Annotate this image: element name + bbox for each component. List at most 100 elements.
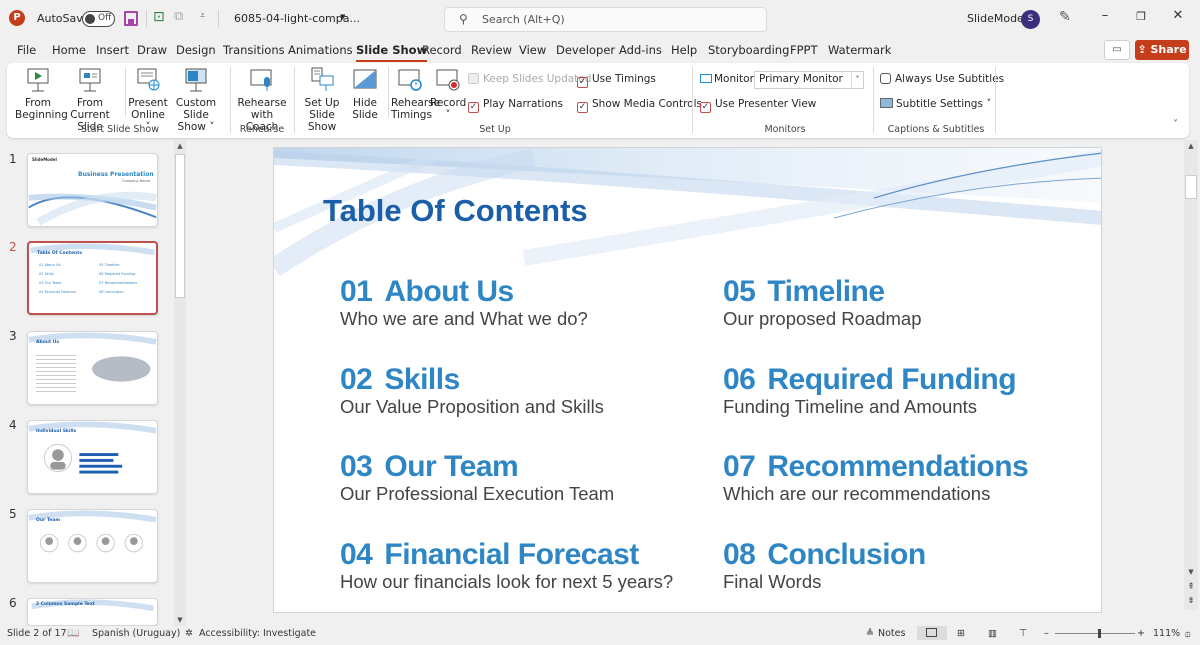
normal-view-button[interactable] (917, 626, 947, 640)
autosave-toggle[interactable]: Off (82, 11, 115, 27)
collapse-ribbon-icon[interactable]: ˅ (1173, 119, 1178, 130)
monitor-label: Monitor: (700, 73, 757, 85)
minimize-icon[interactable]: – (1095, 8, 1115, 23)
slide-number: 1 (9, 152, 17, 166)
toc-number: 07 (723, 450, 756, 483)
zoom-out-button[interactable]: – (1044, 628, 1049, 639)
slide-number: 4 (9, 418, 17, 432)
slide-thumbnail-4[interactable]: Individual Skills (27, 420, 158, 494)
reading-view-icon[interactable]: ▥ (988, 628, 997, 639)
scroll-down-icon[interactable]: ▼ (174, 616, 186, 624)
slide-thumbnail-1[interactable]: SlideModel Business Presentation Company… (27, 153, 158, 227)
slide-thumbnail-5[interactable]: Our Team (27, 509, 158, 583)
tab-add-ins[interactable]: Add-ins (619, 43, 662, 57)
zoom-level[interactable]: 111% (1153, 628, 1180, 639)
slide-thumbnail-2[interactable]: Table Of Contents 01 About Us 02 Skills 03… (27, 241, 158, 315)
user-name[interactable]: SlideModel (967, 12, 1027, 25)
slide-scrollbar[interactable]: ▲ ▼ ⇞ ⇟ (1184, 140, 1198, 610)
divider (125, 67, 126, 117)
from-beginning-button[interactable]: From Beginning (15, 67, 68, 121)
tab-help[interactable]: Help (671, 43, 697, 57)
tab-transitions[interactable]: Transitions (223, 43, 285, 57)
toc-item-05[interactable]: 05 Timeline Our proposed Roadmap (723, 276, 921, 330)
checkmark-icon: ✓ (700, 102, 711, 113)
tab-draw[interactable]: Draw (137, 43, 167, 57)
checkmark-icon: ✓ (577, 102, 588, 113)
monitor-select[interactable]: Primary Monitor ˅ (754, 71, 864, 89)
scrollbar-thumb[interactable] (175, 154, 185, 298)
redo-icon[interactable]: ⧉ (174, 9, 183, 24)
slide-thumbnail-6[interactable]: 2 Columns Sample Text (27, 598, 158, 626)
avatar[interactable]: S (1021, 10, 1040, 29)
tab-view[interactable]: View (519, 43, 546, 57)
accessibility-icon[interactable]: ✲ (185, 628, 193, 639)
zoom-slider[interactable] (1055, 633, 1135, 634)
comments-button[interactable]: ▭ (1104, 40, 1130, 60)
scrollbar-thumb[interactable] (1185, 175, 1197, 199)
tab-file[interactable]: File (17, 43, 36, 57)
scroll-up-icon[interactable]: ▲ (1184, 142, 1198, 150)
toc-item-03[interactable]: 03 Our Team Our Professional Execution Tea… (340, 451, 614, 505)
share-button[interactable]: ⇪ Share (1135, 40, 1189, 60)
tab-record[interactable]: Record (422, 43, 462, 57)
monitor-select-value: Primary Monitor (759, 73, 843, 85)
thumbnail-title: About Us (36, 340, 60, 345)
toc-item-04[interactable]: 04 Financial Forecast How our financials l… (340, 539, 673, 593)
record-button[interactable]: Record ˅ (430, 67, 466, 121)
slide-title[interactable]: Table Of Contents (323, 193, 588, 229)
scroll-down-icon[interactable]: ▼ (1184, 568, 1198, 576)
toc-item-01[interactable]: 01 About Us Who we are and What we do? (340, 276, 588, 330)
monitor-label-text: Monitor: (714, 73, 758, 85)
customize-toolbar-icon[interactable]: ⩡ (200, 11, 205, 21)
subtitle-settings-button[interactable]: Subtitle Settings ˅ (880, 98, 992, 110)
scroll-up-icon[interactable]: ▲ (174, 142, 186, 150)
pen-icon[interactable]: ✎ (1059, 9, 1071, 25)
search-box[interactable]: ⚲ Search (Alt+Q) (444, 7, 767, 32)
zoom-in-button[interactable]: + (1137, 628, 1145, 639)
tab-slide-show[interactable]: Slide Show (356, 43, 428, 62)
use-presenter-view-checkbox[interactable]: ✓ Use Presenter View (700, 98, 816, 113)
toc-number: 03 (340, 450, 373, 483)
slide-thumbnail-3[interactable]: About Us (27, 331, 158, 405)
slide-sorter-icon[interactable]: ⊞ (957, 628, 965, 639)
next-slide-icon[interactable]: ⇟ (1184, 596, 1198, 606)
use-timings-checkbox[interactable]: ✓ Use Timings (577, 73, 656, 88)
fit-to-window-icon[interactable]: ⯐ (1184, 628, 1192, 645)
zoom-slider-thumb[interactable] (1098, 629, 1101, 638)
thumbnail-scrollbar[interactable]: ▲ ▼ (174, 140, 186, 626)
rehearse-timings-button[interactable]: Rehearse Timings (391, 67, 440, 121)
always-use-subtitles-checkbox[interactable]: Always Use Subtitles (880, 73, 1004, 85)
tab-animations[interactable]: Animations (288, 43, 353, 57)
previous-slide-icon[interactable]: ⇞ (1184, 582, 1198, 592)
toc-item-02[interactable]: 02 Skills Our Value Proposition and Skills (340, 364, 604, 418)
tab-insert[interactable]: Insert (96, 43, 129, 57)
hide-slide-button[interactable]: Hide Slide (347, 67, 383, 121)
play-narrations-checkbox[interactable]: ✓ Play Narrations (468, 98, 563, 113)
accessibility-status[interactable]: Accessibility: Investigate (199, 628, 316, 639)
notes-icon[interactable]: ≜ (866, 628, 874, 639)
toc-item-08[interactable]: 08 Conclusion Final Words (723, 539, 926, 593)
spell-check-icon[interactable]: 📖 (67, 628, 79, 639)
toc-item-07[interactable]: 07 Recommendations Which are our recommend… (723, 450, 1029, 505)
tab-storyboarding[interactable]: Storyboarding (708, 43, 789, 57)
save-icon[interactable] (124, 11, 138, 26)
logo: SlideModel (32, 157, 57, 162)
tab-fppt[interactable]: FPPT (790, 43, 818, 57)
toc-heading: About Us (384, 275, 514, 308)
show-media-controls-checkbox[interactable]: ✓ Show Media Controls (577, 98, 702, 113)
close-icon[interactable]: ✕ (1168, 8, 1188, 23)
chevron-down-icon[interactable]: ▼ (340, 13, 345, 21)
language-indicator[interactable]: Spanish (Uruguay) (92, 628, 180, 639)
tab-home[interactable]: Home (52, 43, 86, 57)
button-label: Present (128, 97, 168, 109)
notes-button[interactable]: Notes (878, 628, 905, 639)
slide-canvas[interactable]: Table Of Contents 01 About Us Who we are a… (273, 147, 1102, 613)
restore-icon[interactable]: ❐ (1131, 10, 1151, 23)
tab-design[interactable]: Design (176, 43, 216, 57)
tab-review[interactable]: Review (471, 43, 512, 57)
toc-item-06[interactable]: 06 Required Funding Funding Timeline and A… (723, 364, 1017, 418)
slide-show-view-icon[interactable]: ⊤ (1019, 628, 1027, 639)
tab-watermark[interactable]: Watermark (828, 43, 891, 57)
tab-developer[interactable]: Developer (556, 43, 615, 57)
start-from-beginning-icon[interactable]: ⊡ (153, 9, 165, 25)
